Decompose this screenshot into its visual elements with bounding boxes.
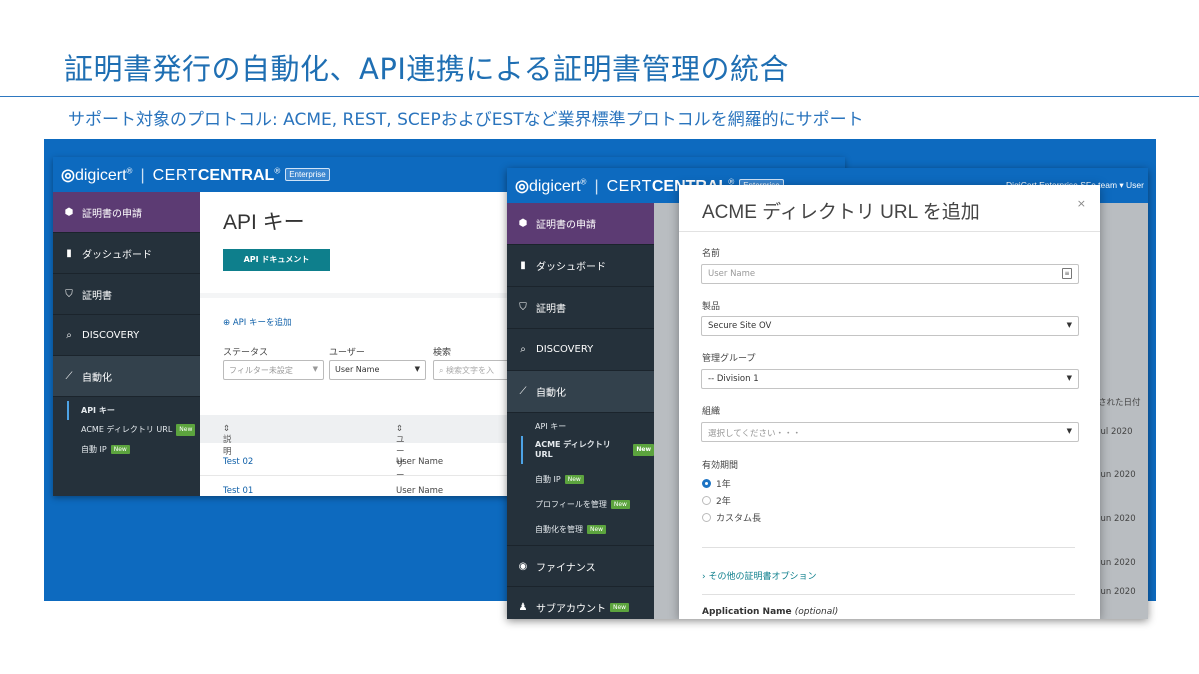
group-select[interactable]: -- Division 1 ▼ xyxy=(701,369,1079,389)
subitem-manage-automation[interactable]: 自動化を管理 New xyxy=(507,520,654,539)
new-badge: New xyxy=(110,445,130,454)
title-divider xyxy=(0,96,1199,97)
validity-label: 有効期間 xyxy=(702,461,739,471)
shield-icon: ⛉ xyxy=(65,288,73,300)
new-badge: New xyxy=(633,444,654,456)
group-label: 管理グループ xyxy=(702,354,756,364)
sidebar-item-finance[interactable]: ◉ ファイナンス xyxy=(507,545,654,587)
sidebar-item-discovery[interactable]: ⌕ DISCOVERY xyxy=(507,329,654,371)
row-desc-link[interactable]: Test 02 xyxy=(223,457,253,467)
acme-window: ◎digicert®|CERTCENTRAL®Enterprise DigiCe… xyxy=(507,168,1148,619)
sidebar-item-certificates[interactable]: ⛉ 証明書 xyxy=(507,287,654,329)
user-filter-label: ユーザー xyxy=(329,348,365,358)
radio-selected-icon xyxy=(702,479,711,488)
subitem-acme-url[interactable]: ACME ディレクトリ URL New xyxy=(53,420,200,440)
shield-plus-icon: ⬢ xyxy=(64,206,74,218)
subitem-api-keys[interactable]: API キー xyxy=(67,401,200,420)
name-field[interactable]: User Name ≡ xyxy=(701,264,1079,284)
sidebar-item-automation[interactable]: ⟋ 自動化 xyxy=(507,371,654,413)
subitem-auto-ip[interactable]: 自動 IP New xyxy=(507,470,654,489)
bar-chart-icon: ▮ xyxy=(520,260,526,271)
slide-subtitle: サポート対象のプロトコル: ACME, REST, SCEPおよびESTなど業界… xyxy=(68,110,864,130)
date-column-header: された日付 xyxy=(1098,398,1141,408)
shield-icon: ⛉ xyxy=(519,302,527,313)
name-label: 名前 xyxy=(702,249,721,259)
status-filter-label: ステータス xyxy=(223,348,269,358)
sidebar: ⬢ 証明書の申請 ▮ ダッシュボード ⛉ 証明書 ⌕ DISCOVERY ⟋ 自動化 AP… xyxy=(53,192,200,496)
add-api-key-link[interactable]: ⊕ API キーを追加 xyxy=(223,316,291,328)
digicert-logo[interactable]: ◎digicert®|CERTCENTRAL®Enterprise xyxy=(61,165,330,185)
add-acme-url-modal: ACME ディレクトリ URL を追加 × 名前 User Name ≡ 製品 S… xyxy=(679,185,1100,619)
new-badge: New xyxy=(176,424,196,436)
subitem-acme-url[interactable]: ACME ディレクトリ URL New xyxy=(521,436,654,464)
caret-down-icon: ▼ xyxy=(1066,374,1072,382)
bar-chart-icon: ▮ xyxy=(66,247,72,259)
search-input[interactable]: ⌕ 検索文字を入 xyxy=(433,360,513,380)
modal-title: ACME ディレクトリ URL を追加 xyxy=(702,202,980,223)
close-icon[interactable]: × xyxy=(1077,197,1086,210)
validity-option-2year[interactable]: 2年 xyxy=(702,494,731,507)
wand-icon: ⟋ xyxy=(65,370,73,382)
subitem-api-keys[interactable]: API キー xyxy=(507,417,654,436)
validity-option-custom[interactable]: カスタム長 xyxy=(702,511,761,524)
contact-card-icon: ≡ xyxy=(1062,268,1072,279)
api-docs-button[interactable]: API ドキュメント xyxy=(223,249,330,271)
sidebar-item-subaccount[interactable]: ♟ サブアカウント New xyxy=(507,587,654,619)
caret-down-icon: ▼ xyxy=(1066,427,1072,435)
user-filter-select[interactable]: User Name ▼ xyxy=(329,360,426,380)
date-cell: Jun 2020 xyxy=(1098,587,1136,597)
sidebar-item-dashboard[interactable]: ▮ ダッシュボード xyxy=(507,245,654,287)
date-cell: Jun 2020 xyxy=(1098,558,1136,568)
wand-icon: ⟋ xyxy=(519,386,527,397)
row-user: User Name xyxy=(396,457,444,467)
column-header-user[interactable]: ユーザー ⇕ xyxy=(396,424,405,481)
sidebar-item-request[interactable]: ⬢ 証明書の申請 xyxy=(507,203,654,245)
shield-plus-icon: ⬢ xyxy=(518,218,528,229)
date-cell: Jul 2020 xyxy=(1098,427,1133,437)
date-cell: Jun 2020 xyxy=(1098,514,1136,524)
search-icon: ⌕ xyxy=(66,329,72,341)
divider xyxy=(702,594,1075,595)
product-select[interactable]: Secure Site OV ▼ xyxy=(701,316,1079,336)
new-badge: New xyxy=(587,525,607,534)
more-cert-options-toggle[interactable]: › その他の証明書オプション xyxy=(702,569,816,582)
slide-title: 証明書発行の自動化、API連携による証明書管理の統合 xyxy=(64,52,790,86)
subitem-auto-ip[interactable]: 自動 IP New xyxy=(53,440,200,459)
search-icon: ⌕ xyxy=(520,344,526,355)
org-label: 組織 xyxy=(702,407,721,417)
validity-option-1year[interactable]: 1年 xyxy=(702,477,731,490)
sidebar-item-discovery[interactable]: ⌕ DISCOVERY xyxy=(53,315,200,356)
sidebar-item-request[interactable]: ⬢ 証明書の申請 xyxy=(53,192,200,233)
enterprise-badge: Enterprise xyxy=(285,168,330,181)
application-name-label: Application Name (optional) xyxy=(702,607,839,617)
page-title: API キー xyxy=(223,211,305,234)
search-label: 検索 xyxy=(433,348,452,358)
sidebar-item-certificates[interactable]: ⛉ 証明書 xyxy=(53,274,200,315)
caret-down-icon: ▼ xyxy=(1066,321,1072,329)
sidebar: ⬢ 証明書の申請 ▮ ダッシュボード ⛉ 証明書 ⌕ DISCOVERY ⟋ 自動化 AP… xyxy=(507,203,654,619)
sidebar-item-dashboard[interactable]: ▮ ダッシュボード xyxy=(53,233,200,274)
sidebar-item-automation[interactable]: ⟋ 自動化 xyxy=(53,356,200,397)
column-header-desc[interactable]: 説明 ⇕ xyxy=(223,424,232,457)
date-cell: Jun 2020 xyxy=(1098,470,1136,480)
user-icon: ♟ xyxy=(518,602,528,613)
coin-icon: ◉ xyxy=(518,560,528,572)
caret-down-icon: ▼ xyxy=(312,365,318,373)
status-filter-select[interactable]: フィルター未設定 ▼ xyxy=(223,360,324,380)
radio-icon xyxy=(702,496,711,505)
new-badge: New xyxy=(610,500,630,509)
product-label: 製品 xyxy=(702,302,721,312)
row-desc-link[interactable]: Test 01 xyxy=(223,486,253,496)
caret-down-icon: ▼ xyxy=(414,365,420,373)
subitem-manage-profiles[interactable]: プロフィールを管理 New xyxy=(507,495,654,514)
divider xyxy=(702,547,1075,548)
new-badge: New xyxy=(610,603,630,612)
row-user: User Name xyxy=(396,486,444,496)
org-select[interactable]: 選択してください・・・ ▼ xyxy=(701,422,1079,442)
new-badge: New xyxy=(564,475,584,484)
radio-icon xyxy=(702,513,711,522)
